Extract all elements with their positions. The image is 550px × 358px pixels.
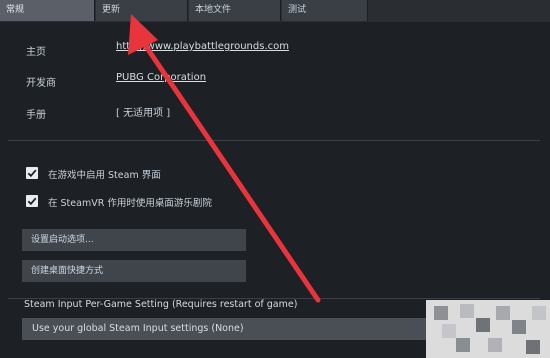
tab-general[interactable]: 常规 xyxy=(0,0,95,21)
divider xyxy=(8,140,540,141)
tab-local-files[interactable]: 本地文件 xyxy=(189,0,281,21)
checkmark-icon xyxy=(27,169,37,178)
developer-label: 开发商 xyxy=(26,78,56,89)
watermark-pixelation xyxy=(426,300,550,358)
homepage-link[interactable]: http://www.playbattlegrounds.com xyxy=(116,41,289,52)
create-desktop-shortcut-button[interactable]: 创建桌面快捷方式 xyxy=(22,260,246,282)
tab-betas[interactable]: 测试 xyxy=(282,0,368,21)
steamvr-theater-checkbox[interactable] xyxy=(26,195,38,207)
manual-value: [ 无适用项 ] xyxy=(116,108,171,119)
steam-overlay-checkbox[interactable] xyxy=(26,167,38,179)
developer-link[interactable]: PUBG Corporation xyxy=(116,72,206,83)
tab-bar: 常规 更新 本地文件 测试 xyxy=(0,0,550,22)
steamvr-theater-label: 在 SteamVR 作用时使用桌面游乐剧院 xyxy=(48,198,212,209)
homepage-label: 主页 xyxy=(26,47,46,58)
checkmark-icon xyxy=(27,197,37,206)
steam-input-section-title: Steam Input Per-Game Setting (Requires r… xyxy=(24,299,298,310)
steam-overlay-label: 在游戏中启用 Steam 界面 xyxy=(48,170,161,181)
steam-input-dropdown-value: Use your global Steam Input settings (No… xyxy=(32,323,244,334)
set-launch-options-button[interactable]: 设置启动选项... xyxy=(22,229,246,251)
manual-label: 手册 xyxy=(26,110,46,121)
tab-updates[interactable]: 更新 xyxy=(96,0,188,21)
